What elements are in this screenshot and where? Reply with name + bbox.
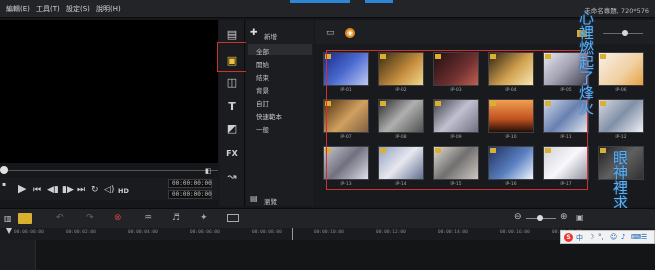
workspace-tab-indicator[interactable]: [290, 0, 350, 3]
ruler-tick: 00:00:02:00: [66, 230, 96, 235]
add-icon[interactable]: ✚: [250, 28, 258, 38]
ime-punct-icon[interactable]: °,: [598, 233, 604, 241]
instant-project-highlight: [217, 42, 247, 72]
scrubber-track[interactable]: [0, 170, 218, 171]
category-item[interactable]: 全部: [256, 46, 269, 56]
timeline-view-icon[interactable]: [18, 213, 32, 224]
ruler-tick: 00:00:00:00: [14, 230, 44, 235]
fit-project-icon[interactable]: ▣: [576, 213, 584, 222]
ime-moon-icon[interactable]: ☽: [588, 233, 594, 241]
storyboard-view-icon[interactable]: ▥: [4, 214, 12, 223]
transition-icon[interactable]: ◫: [224, 76, 240, 90]
thumbnail-size-handle[interactable]: [622, 30, 628, 36]
menu-settings[interactable]: 設定(S): [66, 4, 90, 14]
record-capture-icon[interactable]: ⊗: [114, 213, 122, 223]
hd-toggle[interactable]: HD: [118, 186, 129, 196]
playhead-icon[interactable]: [6, 228, 12, 234]
next-frame-icon[interactable]: ▮▶: [62, 185, 74, 195]
timecode-display-2[interactable]: 00:00:00:00: [168, 190, 212, 199]
preview-window[interactable]: [0, 20, 218, 163]
ime-mic-icon[interactable]: ♪: [621, 233, 625, 241]
end-icon[interactable]: ⏭: [77, 185, 85, 195]
zoom-out-icon[interactable]: ⊖: [514, 212, 522, 222]
template-label: IP-06: [615, 88, 627, 93]
add-category-label[interactable]: 新增: [264, 31, 277, 41]
category-item[interactable]: 開始: [256, 59, 269, 69]
home-icon[interactable]: ⏮: [33, 185, 41, 195]
download-icon[interactable]: ◉: [345, 28, 355, 38]
template-thumbnail[interactable]: [598, 99, 644, 133]
template-grid-highlight: [326, 50, 588, 190]
ime-toolbar: S 中 ☽ °, ☺ ♪ ⌨ ☰: [560, 230, 655, 244]
timeline-tracks[interactable]: [0, 240, 655, 270]
ime-menu-icon[interactable]: ☰: [641, 233, 647, 241]
workspace-tab-indicator-2[interactable]: [365, 0, 393, 3]
auto-music-icon[interactable]: ♬: [172, 213, 180, 223]
ruler-tick: 00:00:04:00: [128, 230, 158, 235]
sogou-logo-icon[interactable]: S: [564, 233, 573, 242]
menu-tools[interactable]: 工具(T): [36, 4, 60, 14]
scrubber-handle[interactable]: [0, 166, 8, 174]
subtitle-editor-icon[interactable]: [227, 214, 239, 222]
ime-mode-label[interactable]: 中: [576, 233, 583, 243]
category-item[interactable]: 一般: [256, 124, 269, 134]
timeline-ruler[interactable]: 00:00:00:00 00:00:02:00 00:00:04:00 00:0…: [0, 228, 655, 240]
gallery-toolbar: [315, 20, 655, 44]
trim-marker-icon[interactable]: ◧: [205, 166, 212, 176]
prev-frame-icon[interactable]: ◀▮: [47, 185, 59, 195]
timeline-toolbar: ▥ ↶ ↷ ⊗ ♒ ♬ ✦ ⊖ ⊕ ▣: [0, 208, 655, 228]
repeat-icon[interactable]: ↻: [91, 185, 99, 195]
menu-edit[interactable]: 編輯(E): [6, 4, 30, 14]
ime-smile-icon[interactable]: ☺: [610, 233, 617, 241]
sound-mixer-icon[interactable]: ♒: [144, 213, 152, 223]
playback-controls: ▪ ▶ ⏮ ◀▮ ▮▶ ⏭ ↻ ◁) HD 00:00:00:00 00:00:…: [0, 178, 218, 200]
project-clip-toggle[interactable]: ▪: [2, 180, 6, 190]
menu-help[interactable]: 說明(H): [96, 4, 121, 14]
ruler-tick: 00:00:10:00: [314, 230, 344, 235]
media-library-icon[interactable]: ▤: [224, 28, 240, 42]
template-badge-icon: [600, 101, 606, 106]
category-item[interactable]: 自訂: [256, 98, 269, 108]
category-item[interactable]: 背景: [256, 85, 269, 95]
ruler-tick: 00:00:16:00: [500, 230, 530, 235]
template-badge-icon: [600, 148, 606, 153]
template-thumbnail[interactable]: [598, 52, 644, 86]
folder-icon[interactable]: ▭: [326, 28, 335, 38]
title-icon[interactable]: T: [224, 100, 240, 114]
overlay-text-col1: 心裡燃起了烽火: [577, 10, 595, 115]
zoom-handle[interactable]: [537, 215, 543, 221]
undo-icon[interactable]: ↶: [56, 213, 64, 223]
category-item[interactable]: 結束: [256, 72, 269, 82]
browse-icon[interactable]: ▤: [250, 194, 258, 203]
volume-icon[interactable]: ◁): [104, 185, 114, 195]
category-item[interactable]: 快速範本: [256, 111, 282, 121]
ruler-tick: 00:00:14:00: [438, 230, 468, 235]
track-header[interactable]: [0, 240, 36, 270]
play-icon[interactable]: ▶: [18, 183, 26, 194]
ime-keyboard-icon[interactable]: ⌨: [631, 233, 641, 241]
filter-fx-icon[interactable]: FX: [224, 147, 240, 161]
ruler-tick: 00:00:06:00: [190, 230, 220, 235]
ruler-tick: 00:00:08:00: [252, 230, 282, 235]
timecode-display-1[interactable]: 00:00:00:00: [168, 179, 212, 188]
video-editor-window: 編輯(E) 工具(T) 設定(S) 說明(H) 未命名專題, 720*576 ▪…: [0, 0, 655, 270]
graphic-icon[interactable]: ◩: [224, 122, 240, 136]
template-badge-icon: [600, 54, 606, 59]
path-icon[interactable]: ↝: [224, 170, 240, 184]
ruler-tick: 00:00:12:00: [376, 230, 406, 235]
redo-icon[interactable]: ↷: [86, 213, 94, 223]
browse-label[interactable]: 瀏覽: [264, 196, 277, 206]
zoom-in-icon[interactable]: ⊕: [560, 212, 568, 222]
template-label: IP-12: [615, 135, 627, 140]
motion-tracking-icon[interactable]: ✦: [200, 213, 208, 223]
